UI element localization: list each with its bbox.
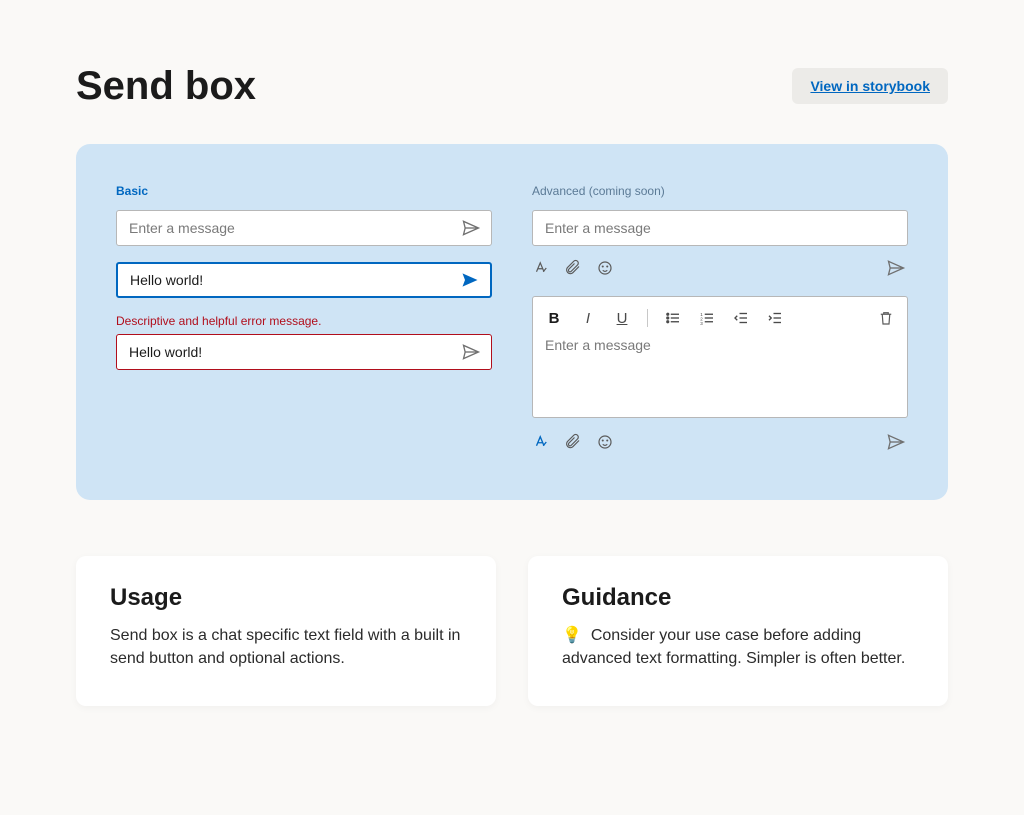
text-effects-icon[interactable] [532,259,550,277]
info-cards: Usage Send box is a chat specific text f… [76,556,948,706]
showcase-panel: Basic Descriptive and helpful error mess… [76,144,948,500]
sendbox-focused [116,262,492,298]
advanced-label: Advanced (coming soon) [532,184,908,198]
send-icon[interactable] [459,216,483,240]
page-root: Send box View in storybook Basic Descr [0,0,1024,815]
separator [647,309,648,327]
rich-toolbar [532,430,908,454]
sendbox-default [116,210,492,246]
emoji-icon[interactable] [596,433,614,451]
italic-button[interactable]: I [579,309,597,327]
view-in-storybook-button[interactable]: View in storybook [792,68,948,104]
emoji-icon[interactable] [596,259,614,277]
basic-column: Basic Descriptive and helpful error mess… [116,184,492,454]
guidance-text: Consider your use case before adding adv… [562,627,905,667]
sendbox-advanced-input[interactable] [543,219,899,237]
guidance-card: Guidance 💡 Consider your use case before… [528,556,948,706]
page-header: Send box View in storybook [76,64,948,108]
sendbox-error [116,334,492,370]
sendbox-rich: B I U 123 [532,296,908,418]
usage-body: Send box is a chat specific text field w… [110,624,462,670]
underline-button[interactable]: U [613,309,631,327]
guidance-title: Guidance [562,584,914,612]
usage-title: Usage [110,584,462,612]
bold-button[interactable]: B [545,309,563,327]
rich-text-area[interactable]: Enter a message [545,337,895,407]
delete-button[interactable] [877,309,895,327]
numbered-list-button[interactable]: 123 [698,309,716,327]
sendbox-default-input[interactable] [127,219,459,237]
advanced-toolbar [532,256,908,280]
attach-icon[interactable] [564,259,582,277]
send-icon[interactable] [884,430,908,454]
outdent-button[interactable] [732,309,750,327]
send-icon[interactable] [884,256,908,280]
sendbox-error-input[interactable] [127,343,459,361]
sendbox-error-message: Descriptive and helpful error message. [116,314,492,328]
advanced-column: Advanced (coming soon) [532,184,908,454]
send-icon[interactable] [459,340,483,364]
attach-icon[interactable] [564,433,582,451]
bullet-list-button[interactable] [664,309,682,327]
bulb-icon: 💡 [562,627,582,644]
sendbox-advanced [532,210,908,246]
page-title: Send box [76,64,256,108]
basic-label: Basic [116,184,492,198]
send-icon[interactable] [458,268,482,292]
usage-card: Usage Send box is a chat specific text f… [76,556,496,706]
svg-text:3: 3 [700,321,703,326]
indent-button[interactable] [766,309,784,327]
sendbox-focused-input[interactable] [128,271,458,289]
text-effects-icon[interactable] [532,433,550,451]
guidance-body: 💡 Consider your use case before adding a… [562,624,914,670]
format-toolbar: B I U 123 [545,309,895,327]
